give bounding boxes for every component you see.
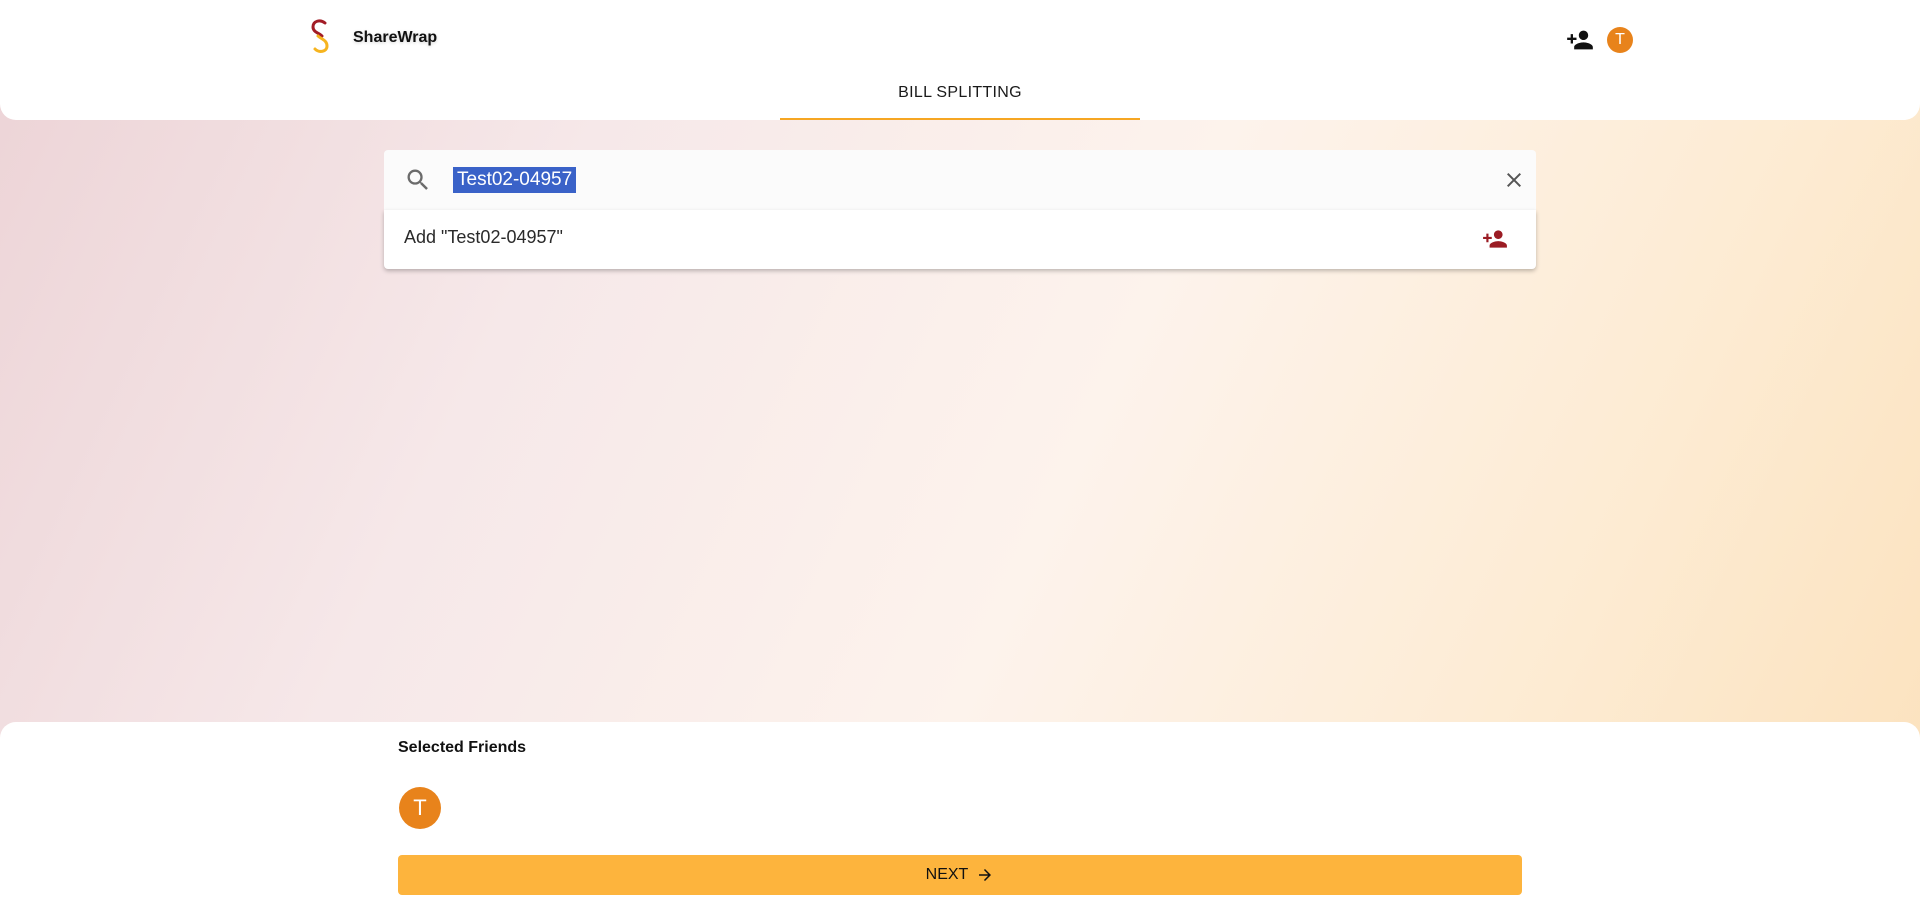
add-friend-suggestion[interactable]: Add "Test02-04957" — [384, 210, 1536, 269]
brand-name: ShareWrap — [353, 29, 438, 46]
selected-friends-panel: Selected Friends T NEXT — [0, 722, 1920, 911]
tab-label: BILL SPLITTING — [898, 84, 1022, 101]
tab-bill-splitting[interactable]: BILL SPLITTING — [780, 84, 1140, 120]
search-icon — [407, 169, 428, 190]
person-add-icon[interactable] — [1566, 26, 1594, 54]
selected-friends-title: Selected Friends — [398, 739, 527, 756]
selected-friend-avatar[interactable]: T — [399, 787, 441, 829]
next-button[interactable]: NEXT — [398, 855, 1522, 895]
search-input[interactable]: Test02-04957 — [453, 167, 577, 193]
close-icon[interactable] — [1502, 168, 1526, 192]
next-button-label: NEXT — [925, 866, 969, 883]
suggestion-label: Add "Test02-04957" — [404, 227, 563, 247]
tab-active-indicator — [780, 118, 1140, 120]
user-avatar[interactable]: T — [1607, 27, 1633, 53]
friend-search-box[interactable]: Test02-04957 — [384, 150, 1536, 210]
arrow-right-icon — [979, 869, 992, 881]
sharewrap-logo-icon[interactable] — [306, 18, 334, 54]
app-header: ShareWrap T BILL SPLITTING — [0, 0, 1920, 120]
person-add-icon — [1483, 230, 1507, 248]
